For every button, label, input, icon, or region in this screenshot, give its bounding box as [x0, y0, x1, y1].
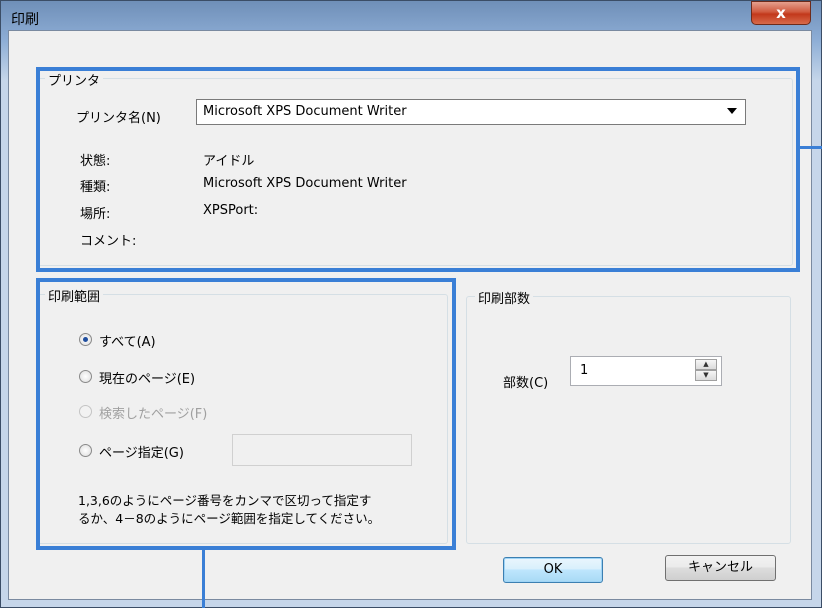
print-range-highlight-connector: [202, 550, 205, 608]
cancel-button[interactable]: キャンセル: [665, 555, 776, 581]
copies-label: 部数(C): [503, 376, 549, 391]
copies-group-title: 印刷部数: [475, 288, 534, 307]
copies-group: 印刷部数: [466, 288, 791, 544]
spin-down-icon[interactable]: ▼: [695, 370, 717, 381]
copies-spinner[interactable]: ▲ ▼: [693, 357, 721, 385]
dialog-title: 印刷: [11, 12, 39, 28]
print-range-section-highlight: [36, 278, 456, 550]
close-button[interactable]: x: [751, 1, 811, 25]
copies-value: 1: [580, 363, 589, 378]
spin-up-icon[interactable]: ▲: [695, 359, 717, 370]
printer-section-highlight: [36, 67, 800, 272]
ok-button[interactable]: OK: [503, 557, 603, 583]
title-bar[interactable]: 印刷 x: [1, 1, 821, 33]
printer-highlight-connector: [800, 146, 822, 149]
